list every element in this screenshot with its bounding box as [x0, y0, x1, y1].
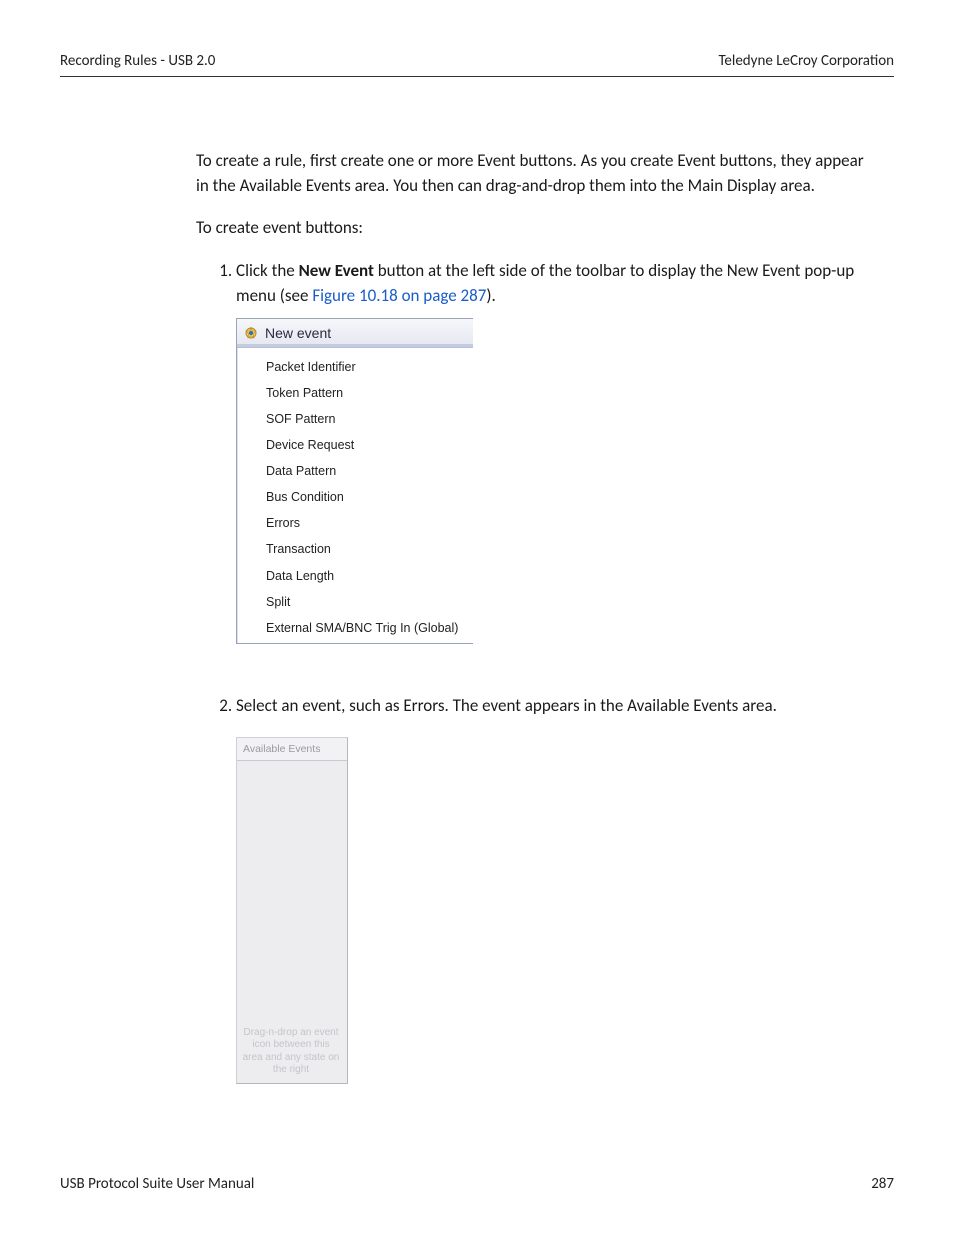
new-event-list: Packet Identifier Token Pattern SOF Patt… [237, 348, 473, 643]
page-content: To create a rule, first create one or mo… [196, 149, 874, 1084]
step1-text-tail: ). [486, 285, 495, 306]
menu-item-split[interactable]: Split [238, 589, 473, 615]
step1-text-before: Click the [236, 260, 299, 281]
intro-paragraph: To create a rule, first create one or mo… [196, 149, 874, 198]
footer-left: USB Protocol Suite User Manual [60, 1175, 254, 1193]
menu-item-sof-pattern[interactable]: SOF Pattern [238, 406, 473, 432]
page-header: Recording Rules - USB 2.0 Teledyne LeCro… [60, 52, 894, 70]
step-2: Select an event, such as Errors. The eve… [236, 694, 874, 1084]
menu-item-external-trig[interactable]: External SMA/BNC Trig In (Global) [238, 615, 473, 641]
menu-item-device-request[interactable]: Device Request [238, 432, 473, 458]
lead-paragraph: To create event buttons: [196, 216, 874, 241]
step-1: Click the New Event button at the left s… [236, 259, 874, 644]
menu-item-errors[interactable]: Errors [238, 510, 473, 536]
menu-item-data-length[interactable]: Data Length [238, 563, 473, 589]
menu-item-packet-identifier[interactable]: Packet Identifier [238, 354, 473, 380]
new-event-menu: New event Packet Identifier Token Patter… [236, 318, 473, 644]
available-events-panel[interactable]: Available Events Drag-n-drop an event ic… [236, 737, 348, 1084]
menu-item-data-pattern[interactable]: Data Pattern [238, 458, 473, 484]
footer-page-number: 287 [871, 1175, 894, 1193]
header-rule [60, 76, 894, 77]
header-left: Recording Rules - USB 2.0 [60, 52, 215, 70]
available-events-hint: Drag-n-drop an event icon between this a… [241, 1027, 341, 1077]
menu-item-token-pattern[interactable]: Token Pattern [238, 380, 473, 406]
available-events-title: Available Events [237, 738, 347, 761]
page: Recording Rules - USB 2.0 Teledyne LeCro… [0, 0, 954, 1235]
step1-figure-link[interactable]: Figure 10.18 on page 287 [312, 285, 486, 306]
menu-item-transaction[interactable]: Transaction [238, 536, 473, 562]
new-event-title: New event [265, 323, 331, 343]
step2-text: Select an event, such as Errors. The eve… [236, 695, 777, 716]
steps-list: Click the New Event button at the left s… [196, 259, 874, 1084]
step1-bold: New Event [299, 260, 374, 281]
header-right: Teledyne LeCroy Corporation [718, 52, 894, 70]
new-event-button[interactable]: New event [237, 319, 473, 347]
star-icon [243, 325, 259, 341]
page-footer: USB Protocol Suite User Manual 287 [60, 1175, 894, 1193]
menu-item-bus-condition[interactable]: Bus Condition [238, 484, 473, 510]
